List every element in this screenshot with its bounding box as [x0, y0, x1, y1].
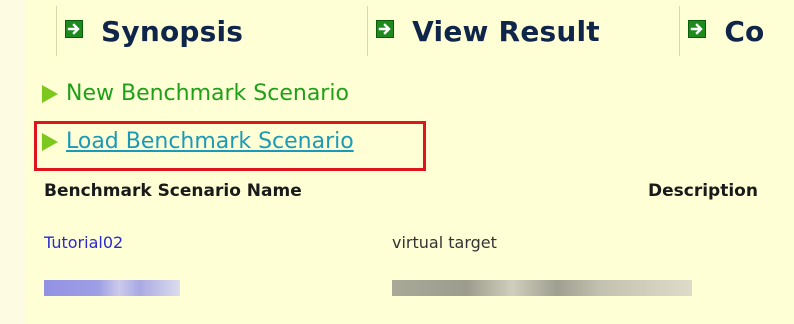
tab-bar: Synopsis View Result Co: [56, 6, 794, 56]
scenario-description: virtual target: [392, 233, 497, 252]
tab-label: Co: [724, 14, 765, 48]
load-scenario-link[interactable]: Load Benchmark Scenario: [42, 129, 354, 154]
tab-view-result[interactable]: View Result: [367, 6, 679, 56]
tab-label: View Result: [412, 14, 600, 48]
left-margin-strip: [0, 0, 26, 324]
new-scenario-link-text: New Benchmark Scenario: [66, 81, 349, 106]
scenario-name-link[interactable]: Tutorial02: [44, 233, 123, 252]
load-scenario-link-text: Load Benchmark Scenario: [66, 129, 354, 154]
play-triangle-icon: [42, 132, 58, 151]
column-header-name: Benchmark Scenario Name: [44, 181, 302, 201]
redacted-scenario-name[interactable]: [44, 280, 180, 296]
tab-co[interactable]: Co: [679, 6, 794, 56]
arrow-right-icon: [688, 20, 707, 38]
column-header-description: Description: [648, 181, 758, 201]
new-scenario-link[interactable]: New Benchmark Scenario: [42, 81, 349, 106]
tab-label: Synopsis: [101, 14, 244, 48]
scenario-panel: Synopsis View Result Co New Benchmark Sc…: [0, 0, 794, 324]
arrow-right-icon: [65, 20, 83, 38]
arrow-right-icon: [376, 20, 395, 38]
play-triangle-icon: [42, 84, 58, 103]
tab-synopsis[interactable]: Synopsis: [56, 6, 367, 56]
redacted-scenario-description: [392, 280, 692, 296]
